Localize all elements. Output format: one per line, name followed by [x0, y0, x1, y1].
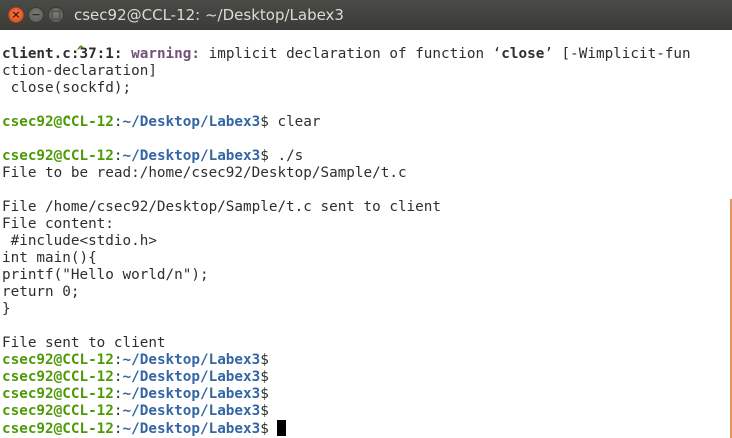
prompt-symbol: $ — [260, 148, 269, 164]
prompt-path: ~/Desktop/Labex3 — [122, 148, 261, 164]
prompt-path: ~/Desktop/Labex3 — [122, 386, 261, 402]
prompt-symbol: $ — [260, 421, 269, 437]
title-bar[interactable]: × − □ csec92@CCL-12: ~/Desktop/Labex3 — [0, 0, 732, 30]
file-content-line: } — [2, 301, 11, 317]
prompt-line: csec92@CCL-12:~/Desktop/Labex3$ — [2, 369, 269, 386]
text-cursor — [277, 420, 287, 436]
prompt-symbol: $ — [260, 114, 269, 130]
window-title: csec92@CCL-12: ~/Desktop/Labex3 — [74, 6, 344, 24]
prompt-colon: : — [113, 421, 123, 437]
file-content-line: #include<stdio.h> — [2, 233, 157, 249]
caret-line-2: ^ — [2, 97, 72, 130]
prompt-user: csec92@CCL-12 — [2, 403, 114, 419]
maximize-icon: □ — [50, 8, 62, 21]
warning-flag: [-Wimplicit-fun — [552, 46, 691, 62]
prompt-symbol: $ — [260, 369, 269, 385]
warning-text: implicit declaration of function — [208, 46, 493, 62]
output-line: File sent to client — [2, 335, 166, 351]
prompt-line-active[interactable]: csec92@CCL-12:~/Desktop/Labex3$ — [2, 420, 287, 437]
prompt-symbol: $ — [260, 352, 269, 368]
file-content-line: int main(){ — [2, 250, 97, 266]
maximize-window-button[interactable]: □ — [48, 7, 64, 23]
prompt-colon: : — [113, 148, 123, 164]
warning-line: client.c:37:1: warning: implicit declara… — [2, 46, 691, 63]
caret-line: ^ — [2, 30, 86, 60]
prompt-user: csec92@CCL-12 — [2, 114, 114, 130]
prompt-colon: : — [113, 403, 123, 419]
warning-label: warning: — [131, 46, 200, 62]
prompt-colon: : — [113, 369, 123, 385]
prompt-user: csec92@CCL-12 — [2, 421, 114, 437]
file-content-line: printf("Hello world/n"); — [2, 267, 209, 283]
terminal-output[interactable]: ^ client.c:37:1: warning: implicit decla… — [0, 30, 732, 438]
close-window-button[interactable]: × — [8, 7, 24, 23]
prompt-user: csec92@CCL-12 — [2, 352, 114, 368]
prompt-colon: : — [113, 386, 123, 402]
function-name: close — [501, 46, 545, 62]
minimize-window-button[interactable]: − — [28, 7, 44, 23]
terminal-window: × − □ csec92@CCL-12: ~/Desktop/Labex3 ^ … — [0, 0, 732, 438]
prompt-colon: : — [113, 352, 123, 368]
prompt-colon: : — [113, 114, 123, 130]
close-icon: × — [11, 8, 21, 21]
command-text: clear — [268, 114, 321, 130]
minimize-icon: − — [31, 8, 41, 21]
prompt-line: csec92@CCL-12:~/Desktop/Labex3$ — [2, 386, 269, 403]
prompt-symbol: $ — [260, 386, 269, 402]
prompt-user: csec92@CCL-12 — [2, 369, 114, 385]
command-text: ./s — [268, 148, 304, 164]
prompt-line: csec92@CCL-12:~/Desktop/Labex3$ — [2, 403, 269, 420]
prompt-path: ~/Desktop/Labex3 — [122, 403, 261, 419]
output-line: File to be read:/home/csec92/Desktop/Sam… — [2, 165, 407, 181]
output-line: File content: — [2, 216, 114, 232]
prompt-path: ~/Desktop/Labex3 — [122, 114, 261, 130]
prompt-path: ~/Desktop/Labex3 — [122, 352, 261, 368]
prompt-line: csec92@CCL-12:~/Desktop/Labex3$ ./s — [2, 148, 303, 165]
quote-close: ’ — [544, 46, 553, 62]
quote-open: ‘ — [492, 46, 502, 62]
warning-line-continued: ction-declaration] — [2, 63, 157, 79]
prompt-user: csec92@CCL-12 — [2, 148, 114, 164]
prompt-line: csec92@CCL-12:~/Desktop/Labex3$ clear — [2, 114, 321, 131]
file-content-line: return 0; — [2, 284, 80, 300]
prompt-path: ~/Desktop/Labex3 — [122, 369, 261, 385]
code-line: close(sockfd); — [2, 80, 132, 96]
warning-location: client.c:37:1: — [2, 46, 123, 62]
prompt-path: ~/Desktop/Labex3 — [122, 421, 261, 437]
prompt-line: csec92@CCL-12:~/Desktop/Labex3$ — [2, 352, 269, 369]
prompt-user: csec92@CCL-12 — [2, 386, 114, 402]
prompt-symbol: $ — [260, 403, 269, 419]
output-line: File /home/csec92/Desktop/Sample/t.c sen… — [2, 199, 441, 215]
